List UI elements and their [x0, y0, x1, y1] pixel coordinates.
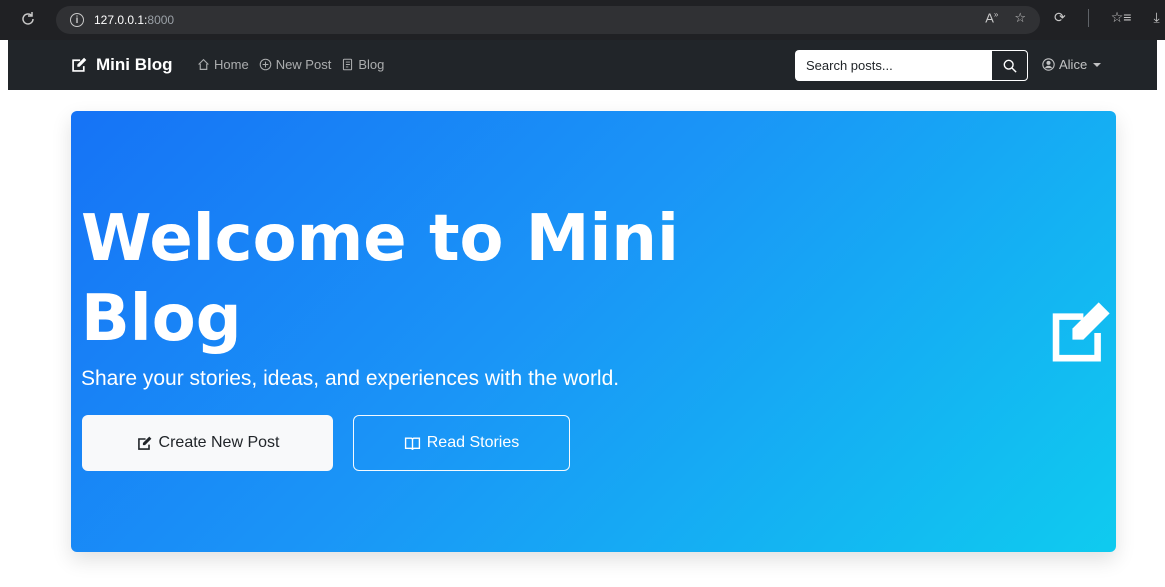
downloads-icon[interactable]: ⤓ [1153, 9, 1159, 27]
user-name: Alice [1059, 57, 1088, 72]
nav-new-post-label: New Post [275, 57, 332, 72]
toolbar-divider [1087, 9, 1089, 27]
nav-new-post-link[interactable]: New Post [259, 57, 332, 72]
brand-label: Mini Blog [96, 55, 173, 74]
search-button[interactable] [991, 50, 1028, 81]
nav-blog-link[interactable]: Blog [341, 57, 384, 72]
person-circle-icon [1042, 58, 1055, 71]
pencil-square-icon [137, 436, 151, 450]
app-navbar: Mini Blog Home New Post Blog Alice [8, 40, 1157, 90]
pencil-square-icon [1052, 302, 1110, 362]
extensions-icon[interactable]: ⟳ [1054, 9, 1066, 27]
nav-blog-label: Blog [358, 57, 385, 72]
create-new-post-button[interactable]: Create New Post [82, 415, 333, 471]
user-menu[interactable]: Alice [1042, 57, 1102, 72]
url-text[interactable]: 127.0.0.1:8000 [94, 13, 174, 27]
site-info-icon[interactable]: i [70, 13, 84, 27]
read-aloud-icon[interactable]: A» [985, 10, 998, 26]
read-stories-button[interactable]: Read Stories [353, 415, 570, 471]
brand-link[interactable]: Mini Blog [70, 55, 172, 75]
chevron-down-icon [1093, 62, 1102, 67]
hero-banner: Welcome to Mini Blog Share your stories,… [71, 111, 1116, 552]
nav-home-link[interactable]: Home [197, 57, 249, 72]
journal-icon [343, 58, 353, 71]
plus-circle-icon [259, 58, 271, 71]
browser-toolbar: i 127.0.0.1:8000 A» ☆ ⟳ ☆≡ ⤓ [0, 0, 1165, 40]
reload-icon[interactable] [18, 9, 38, 29]
search-icon [1003, 59, 1017, 73]
nav-links: Home New Post Blog [197, 57, 384, 72]
pencil-square-icon [72, 57, 87, 72]
address-bar[interactable]: i 127.0.0.1:8000 A» ☆ [56, 6, 1040, 34]
search-input[interactable] [795, 50, 991, 81]
search-form [795, 50, 1028, 81]
read-stories-label: Read Stories [426, 434, 520, 451]
nav-home-label: Home [214, 57, 249, 72]
house-icon [198, 58, 209, 70]
favorite-star-icon[interactable]: ☆ [1014, 10, 1026, 26]
book-icon [404, 436, 420, 450]
hero-subtitle: Share your stories, ideas, and experienc… [81, 367, 620, 390]
create-new-post-label: Create New Post [158, 434, 280, 451]
hero-title: Welcome to Mini Blog [81, 202, 679, 356]
favorites-icon[interactable]: ☆≡ [1111, 9, 1132, 27]
